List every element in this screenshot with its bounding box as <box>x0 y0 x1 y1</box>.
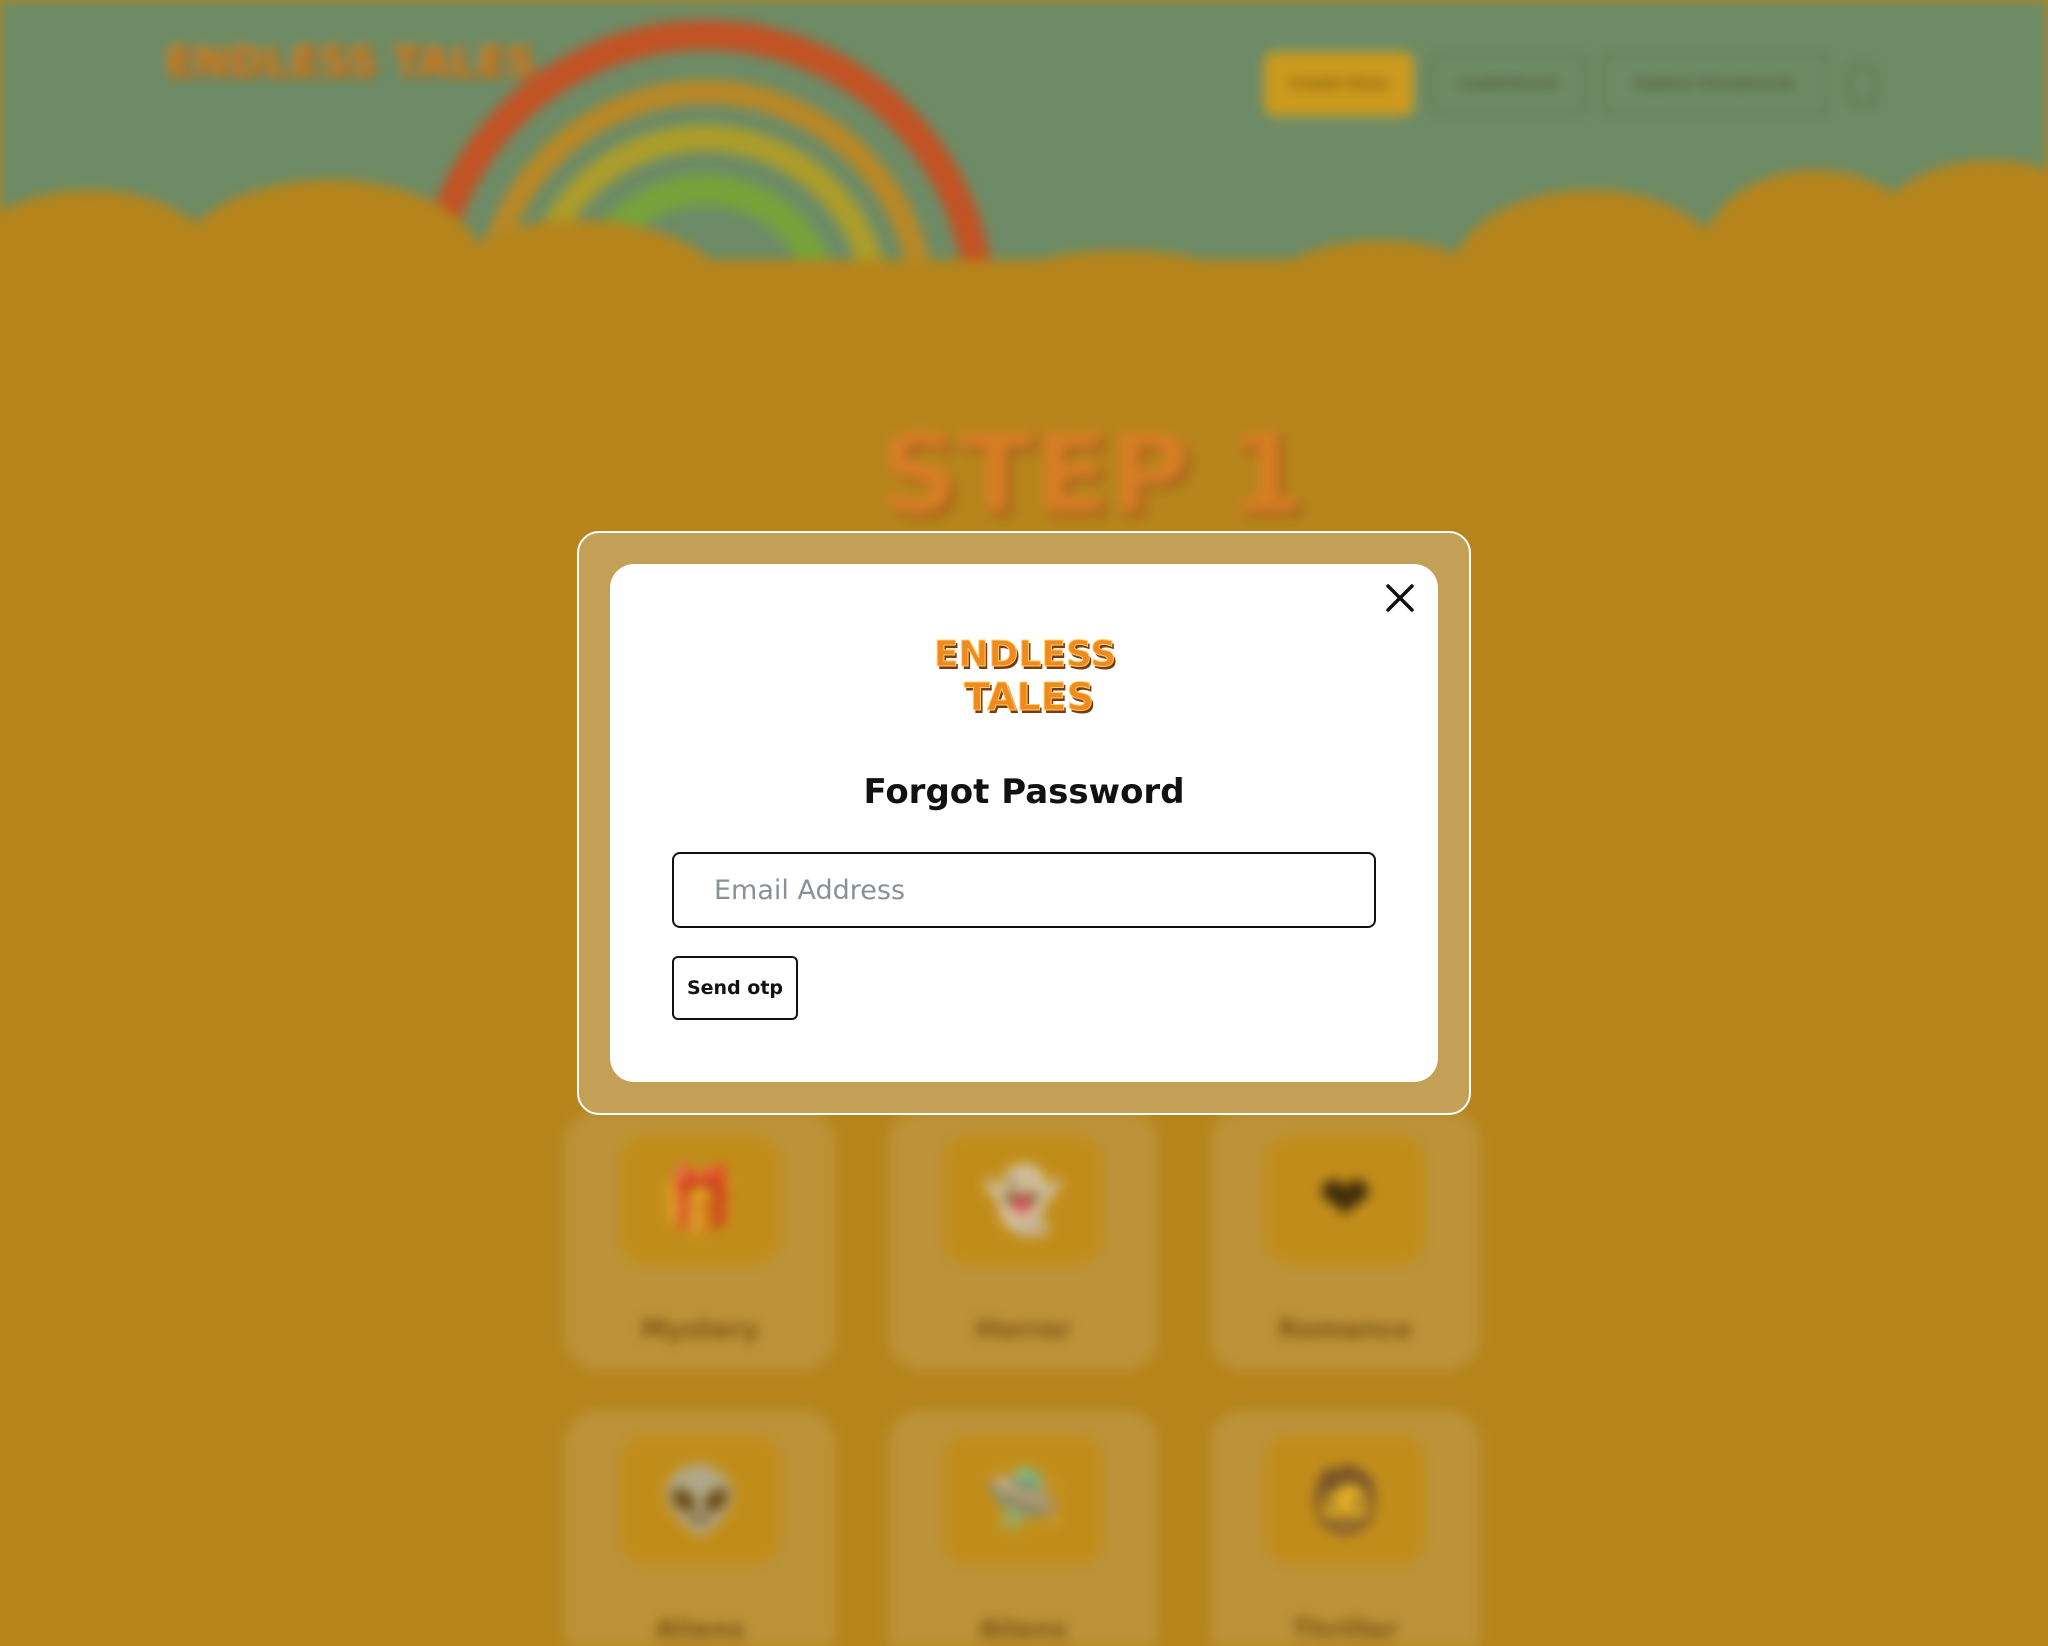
logo-line2: TALES <box>964 675 1094 719</box>
close-icon[interactable] <box>1380 578 1420 618</box>
email-field[interactable] <box>672 852 1376 928</box>
send-otp-button[interactable]: Send otp <box>672 956 798 1020</box>
forgot-password-dialog: ENDLESS ENDLESS TALES TALES Forgot Passw… <box>610 564 1438 1082</box>
dialog-title: Forgot Password <box>863 772 1185 812</box>
endless-tales-logo: ENDLESS ENDLESS TALES TALES <box>925 624 1125 724</box>
logo-line1: ENDLESS <box>934 634 1116 675</box>
